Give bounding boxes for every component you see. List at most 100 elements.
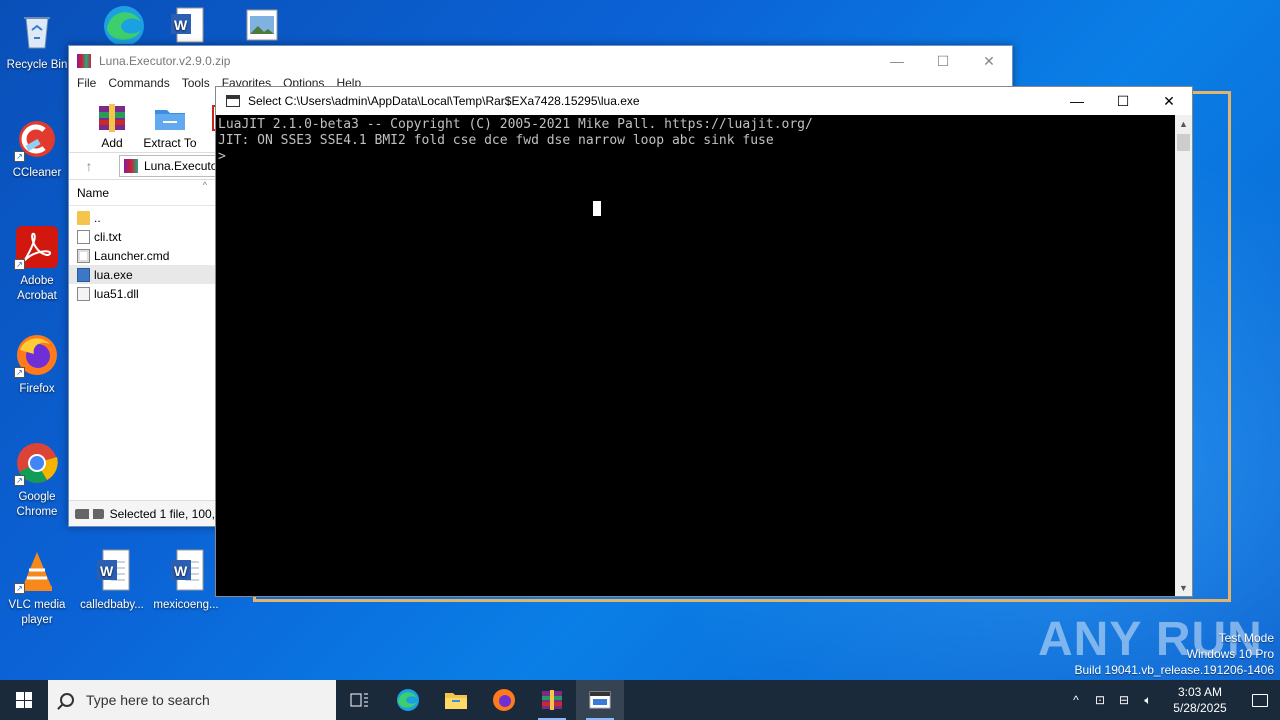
word-document-icon: W [163,548,209,594]
desktop-icon-firefox[interactable]: ↗ Firefox [1,332,73,397]
edge-icon [99,4,145,50]
clock[interactable]: 3:03 AM 5/28/2025 [1160,684,1240,716]
up-folder-icon[interactable]: ↑ [69,158,109,174]
search-icon [60,693,74,707]
extract-to-button[interactable]: Extract To [141,96,199,152]
taskbar-firefox[interactable] [480,680,528,720]
console-app-icon [226,95,240,107]
file-row-parent[interactable]: .. [69,208,215,227]
taskbar-search[interactable]: Type here to search [48,680,336,720]
console-line: JIT: ON SSE3 SSE4.1 BMI2 fold cse dce fw… [218,133,774,148]
scroll-thumb[interactable] [1177,134,1190,151]
network-icon[interactable]: ⊟ [1112,693,1136,707]
extract-to-label: Extract To [143,136,197,150]
desktop-icon-calledbaby[interactable]: W calledbaby... [76,548,148,613]
console-maximize-button[interactable]: ☐ [1100,87,1146,115]
scroll-down-icon[interactable]: ▼ [1175,579,1192,596]
console-minimize-button[interactable]: — [1054,87,1100,115]
menu-file[interactable]: File [77,76,96,96]
console-window[interactable]: Select C:\Users\admin\AppData\Local\Temp… [215,86,1193,597]
desktop-icon-adobe-acrobat[interactable]: ↗ Adobe Acrobat [1,224,73,304]
desktop-icon-mexicoeng[interactable]: W mexicoeng... [150,548,222,613]
text-cursor [593,201,601,216]
sort-up-icon: ^ [202,180,207,190]
chevron-up-icon[interactable]: ^ [1064,693,1088,707]
notifications-button[interactable] [1240,680,1280,720]
vlc-icon: ↗ [14,548,60,594]
console-close-button[interactable]: ✕ [1146,87,1192,115]
chrome-icon: ↗ [14,440,60,486]
add-button[interactable]: Add [83,96,141,152]
taskbar-console[interactable] [576,680,624,720]
desktop-icon-google-chrome[interactable]: ↗ Google Chrome [1,440,73,520]
column-header-label: Name [77,185,110,200]
file-name: .. [94,210,101,225]
file-row-cli-txt[interactable]: cli.txt [69,227,215,246]
column-header-name[interactable]: Name ^ [69,180,215,206]
search-placeholder: Type here to search [86,692,210,708]
word-document-icon: W [163,4,209,50]
taskbar-file-explorer[interactable] [432,680,480,720]
status-text: Selected 1 file, 100, [109,506,215,521]
network-adapter-icon[interactable]: ⊡ [1088,693,1112,707]
desktop-icon-vlc[interactable]: ↗ VLC media player [1,548,73,628]
archive-path-field[interactable]: Luna.Executor.v2.9.0.zip [119,155,219,177]
desktop-icon-label: Firefox [19,383,55,395]
console-icon [589,691,611,709]
shortcut-arrow-icon: ↗ [14,367,25,378]
console-prompt: > [218,149,226,164]
start-button[interactable] [0,680,48,720]
console-output[interactable]: LuaJIT 2.1.0-beta3 -- Copyright (C) 2005… [216,115,1175,596]
winrar-titlebar[interactable]: Luna.Executor.v2.9.0.zip — ☐ ✕ [69,46,1012,76]
taskbar: Type here to search ^ ⊡ ⊟ 🔈︎ 3:03 AM 5/2… [0,680,1280,720]
edition-label: Windows 10 Pro [1186,647,1274,661]
desktop-icon-label: VLC media player [8,599,66,626]
close-button[interactable]: ✕ [966,46,1012,76]
firefox-icon [493,689,515,711]
test-mode-label: Test Mode [1218,631,1274,645]
winrar-app-icon [77,54,91,68]
cmd-file-icon [77,248,90,263]
menu-commands[interactable]: Commands [108,76,169,96]
folder-icon [77,210,90,225]
notification-icon [1252,693,1268,707]
firefox-icon: ↗ [14,332,60,378]
system-tray: ^ ⊡ ⊟ 🔈︎ 3:03 AM 5/28/2025 [1064,680,1280,720]
winrar-icon [542,690,562,710]
text-file-icon [77,229,90,244]
desktop-icon-label: mexicoeng... [153,599,219,611]
winrar-title: Luna.Executor.v2.9.0.zip [99,54,231,68]
file-name: cli.txt [94,229,122,244]
console-titlebar[interactable]: Select C:\Users\admin\AppData\Local\Temp… [216,87,1192,115]
volume-icon[interactable]: 🔈︎ [1136,693,1160,708]
scroll-up-icon[interactable]: ▲ [1175,115,1192,132]
console-scrollbar[interactable]: ▲ ▼ [1175,115,1192,596]
add-archive-icon [95,100,129,134]
file-row-lua51-dll[interactable]: lua51.dll [69,284,215,303]
shortcut-arrow-icon: ↗ [14,583,25,594]
desktop-icon-label: calledbaby... [80,599,144,611]
desktop-icon-label: Google Chrome [16,491,58,518]
windows-logo-icon [16,692,32,708]
ccleaner-icon: ↗ [14,116,60,162]
desktop-icon-ccleaner[interactable]: ↗ CCleaner [1,116,73,181]
file-row-launcher-cmd[interactable]: Launcher.cmd [69,246,215,265]
word-document-icon: W [89,548,135,594]
taskbar-edge[interactable] [384,680,432,720]
winrar-statusbar: Selected 1 file, 100, [69,500,215,526]
desktop-icon-recycle-bin[interactable]: Recycle Bin [1,8,73,73]
menu-tools[interactable]: Tools [182,76,210,96]
file-name: lua51.dll [94,286,139,301]
svg-text:W: W [174,17,188,33]
shortcut-arrow-icon: ↗ [14,151,25,162]
minimize-button[interactable]: — [874,46,920,76]
desktop-icon-label: Recycle Bin [6,59,68,71]
file-row-lua-exe[interactable]: lua.exe [69,265,215,284]
taskbar-winrar[interactable] [528,680,576,720]
file-name: Launcher.cmd [94,248,170,263]
edge-icon [397,689,419,711]
task-view-icon [350,693,368,707]
task-view-button[interactable] [336,680,384,720]
desktop-icon-label: Adobe Acrobat [17,275,57,302]
maximize-button[interactable]: ☐ [920,46,966,76]
